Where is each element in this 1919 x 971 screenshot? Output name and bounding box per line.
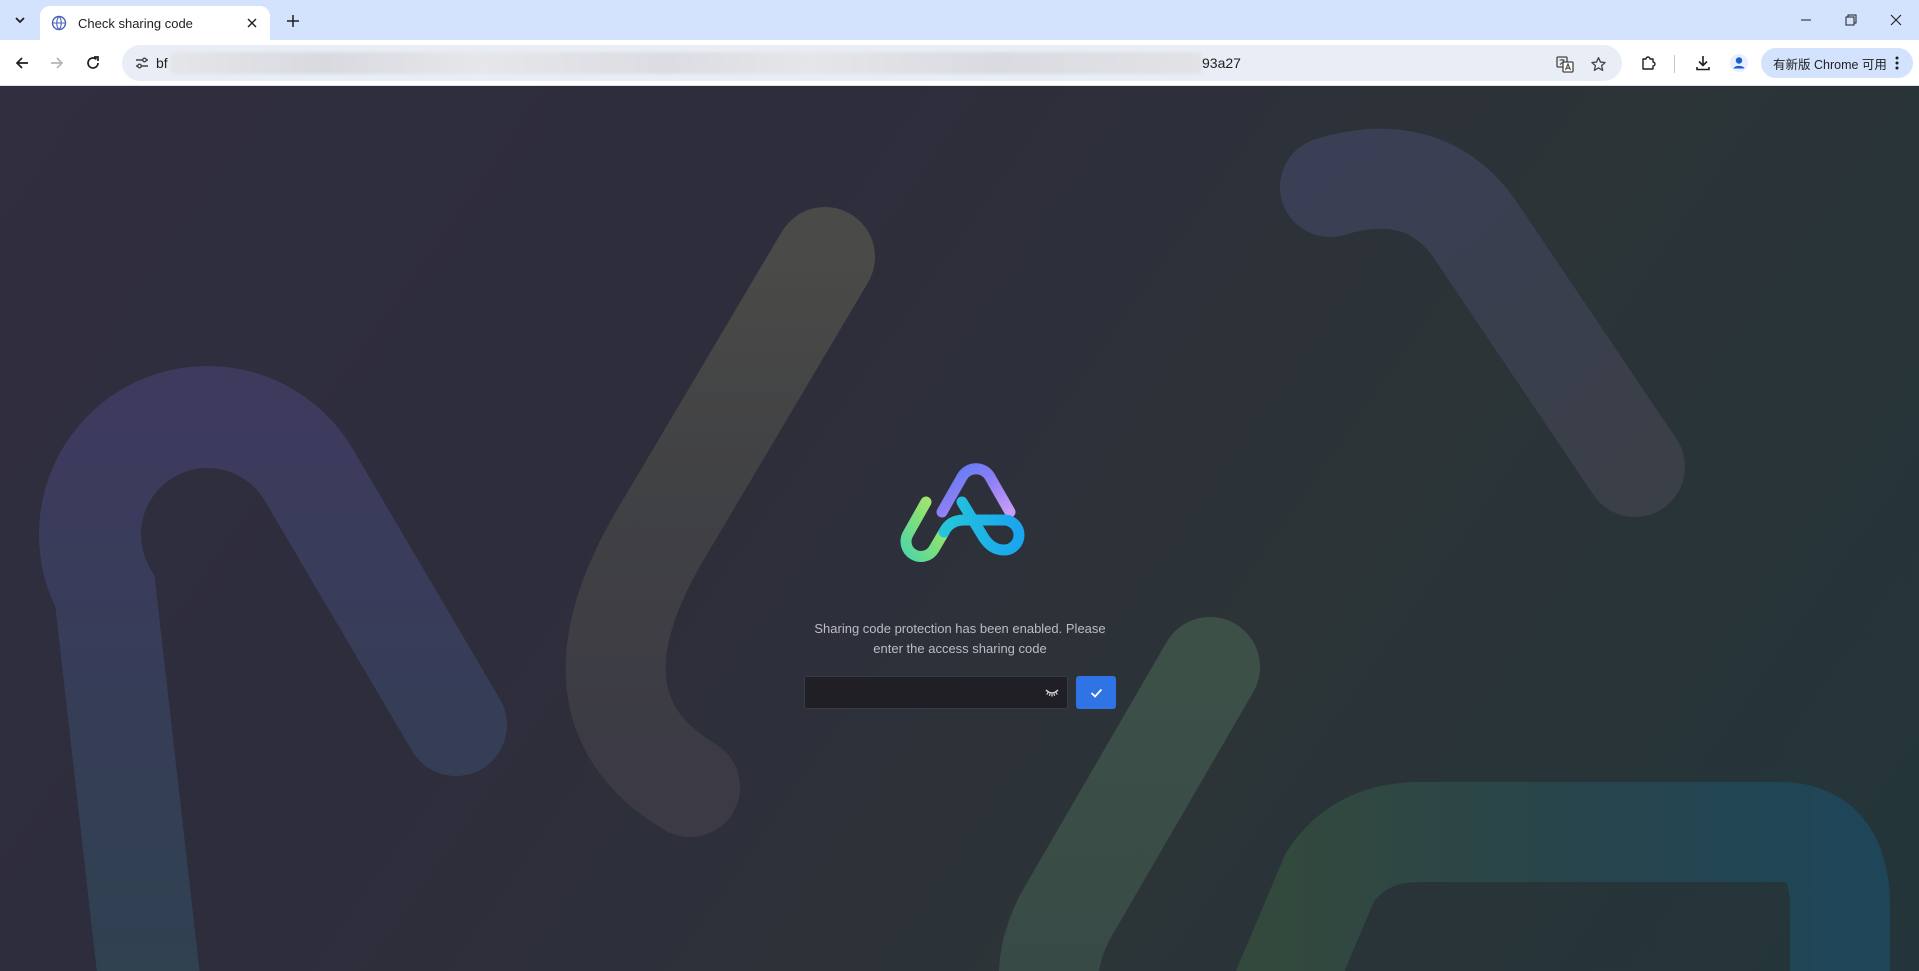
browser-tab[interactable]: Check sharing code [40, 6, 270, 40]
back-arrow-icon [15, 57, 28, 69]
minimize-icon [1801, 19, 1811, 21]
kebab-menu-icon [1895, 56, 1899, 70]
browser-toolbar: bf 93a27 有新版 Chrome 可用 [0, 40, 1919, 86]
bookmark-button[interactable] [1586, 52, 1610, 76]
toolbar-separator [1674, 55, 1675, 73]
back-button[interactable] [7, 48, 37, 78]
chevron-down-icon [15, 17, 25, 24]
sharing-code-message: Sharing code protection has been enabled… [814, 621, 1106, 656]
toggle-visibility-button[interactable] [1042, 683, 1062, 703]
tab-title: Check sharing code [78, 15, 193, 31]
sharing-code-field [804, 676, 1068, 709]
puzzle-icon [1642, 56, 1656, 70]
profile-button[interactable] [1726, 50, 1752, 76]
close-icon [247, 18, 257, 28]
tab-close-button[interactable] [242, 13, 262, 33]
new-tab-button[interactable] [280, 8, 306, 34]
submit-button[interactable] [1076, 676, 1116, 709]
url-redacted [170, 52, 1202, 74]
sharing-code-input[interactable] [805, 677, 1035, 708]
translate-button[interactable] [1553, 52, 1577, 76]
minimize-button[interactable] [1783, 0, 1829, 40]
extensions-button[interactable] [1636, 50, 1662, 76]
download-icon [1696, 56, 1710, 71]
restore-button[interactable] [1828, 0, 1874, 40]
plus-icon [287, 15, 299, 27]
forward-button[interactable] [42, 48, 72, 78]
url-text-end: 93a27 [1202, 55, 1241, 71]
star-icon [1590, 56, 1606, 71]
tune-icon [136, 57, 148, 69]
url-text-start: bf [156, 55, 168, 71]
reload-icon [87, 56, 99, 69]
restore-icon [1845, 14, 1857, 26]
tab-strip: Check sharing code [0, 0, 1919, 40]
close-window-button[interactable] [1873, 0, 1919, 40]
eye-closed-icon [1045, 689, 1059, 697]
address-bar[interactable]: bf 93a27 [122, 45, 1622, 81]
downloads-button[interactable] [1690, 50, 1716, 76]
chrome-update-button[interactable]: 有新版 Chrome 可用 [1761, 48, 1913, 78]
site-info-button[interactable] [130, 51, 154, 75]
check-icon [1090, 688, 1102, 698]
translate-icon [1556, 56, 1574, 73]
update-chip-label: 有新版 Chrome 可用 [1773, 57, 1887, 72]
tab-search-button[interactable] [6, 8, 34, 32]
forward-arrow-icon [51, 57, 64, 69]
app-logo-icon [900, 463, 1025, 562]
globe-favicon-icon [50, 14, 68, 32]
page-content: Sharing code protection has been enabled… [0, 87, 1919, 971]
sharing-code-panel: Sharing code protection has been enabled… [800, 452, 1120, 812]
close-icon [1890, 14, 1902, 26]
reload-button[interactable] [78, 48, 108, 78]
profile-icon [1730, 54, 1748, 72]
